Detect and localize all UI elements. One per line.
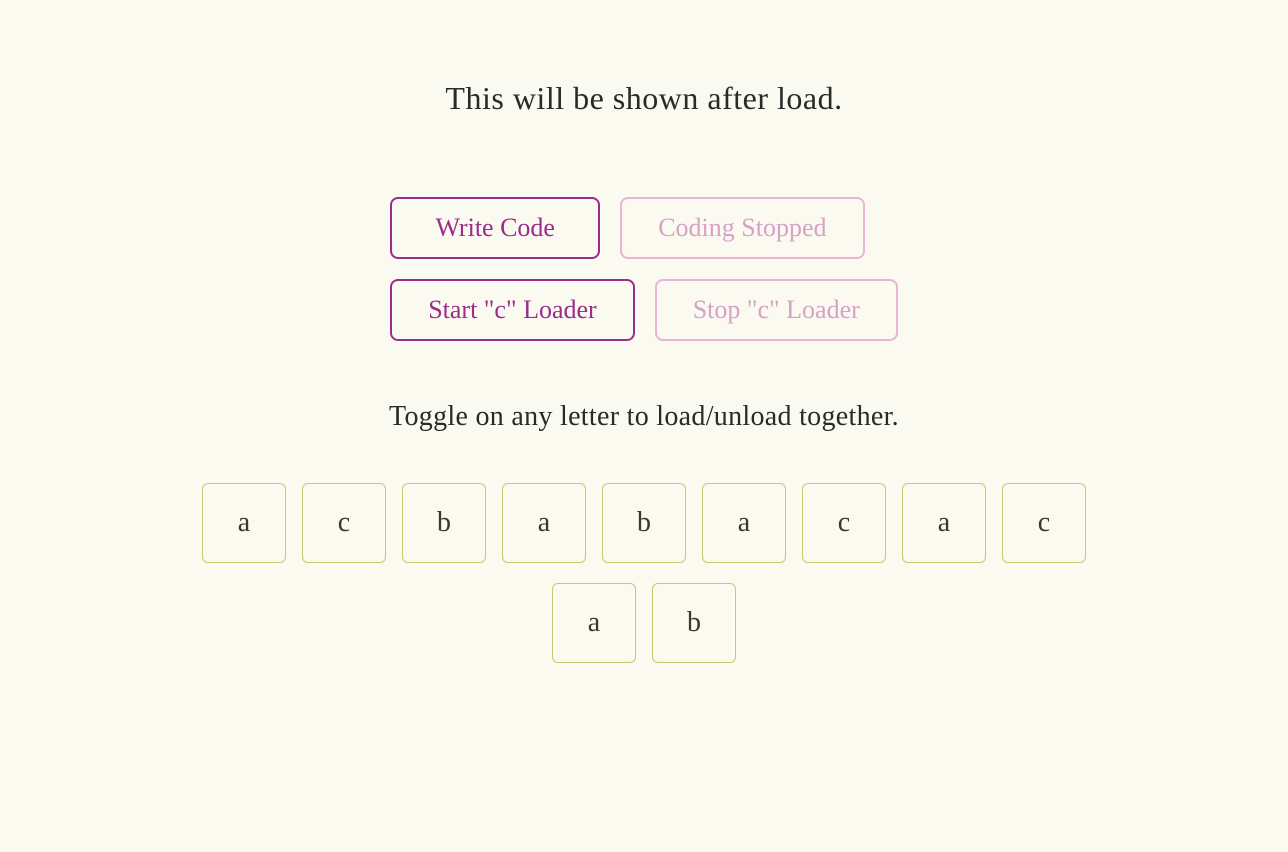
letter-box[interactable]: a [902,483,986,563]
coding-stopped-button: Coding Stopped [620,197,864,259]
stop-loader-button: Stop "c" Loader [655,279,898,341]
letter-row-1: acbabacac [202,483,1086,563]
letter-box[interactable]: c [802,483,886,563]
letter-row-2: ab [552,583,736,663]
letter-box[interactable]: a [502,483,586,563]
letter-box[interactable]: a [202,483,286,563]
write-code-button[interactable]: Write Code [390,197,600,259]
letter-box[interactable]: b [402,483,486,563]
letter-box[interactable]: a [702,483,786,563]
toggle-instruction: Toggle on any letter to load/unload toge… [389,401,899,433]
letter-box[interactable]: a [552,583,636,663]
header-title: This will be shown after load. [445,80,842,117]
letter-box[interactable]: c [1002,483,1086,563]
button-row-1: Write Code Coding Stopped [390,197,864,259]
start-loader-button[interactable]: Start "c" Loader [390,279,635,341]
letter-box[interactable]: b [652,583,736,663]
button-grid: Write Code Coding Stopped Start "c" Load… [390,197,898,341]
letter-box[interactable]: c [302,483,386,563]
button-row-2: Start "c" Loader Stop "c" Loader [390,279,898,341]
letter-box[interactable]: b [602,483,686,563]
